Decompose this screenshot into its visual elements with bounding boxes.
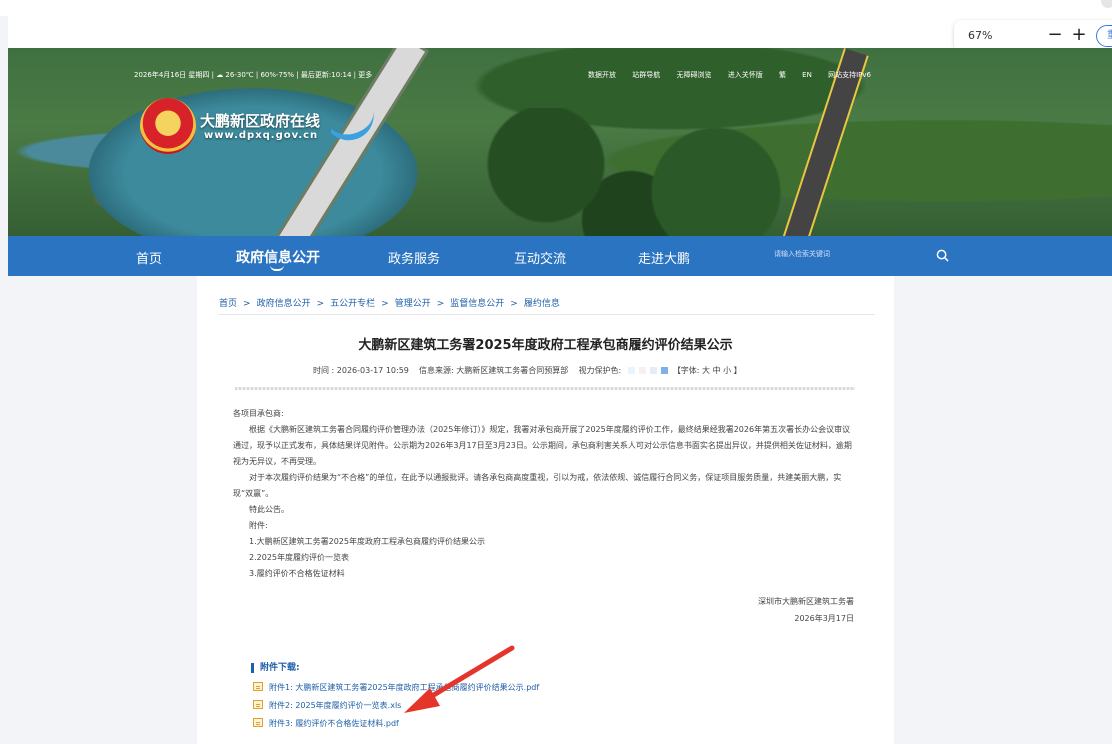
vision-color-swatch[interactable] [650, 367, 658, 374]
file-icon [253, 718, 263, 727]
main-nav: 首页 政府信息公开 政务服务 互动交流 走进大鹏 [8, 236, 1112, 276]
breadcrumb-sep: > [243, 299, 251, 309]
breadcrumb-sep: > [381, 299, 389, 309]
link-english[interactable]: EN [802, 71, 812, 79]
file-icon [253, 700, 263, 709]
title-divider [235, 387, 855, 390]
download-link-1[interactable]: 附件1: 大鹏新区建筑工务署2025年度政府工程承包商履约评价结果公示.pdf [253, 682, 539, 693]
salutation: 各项目承包商: [233, 409, 284, 418]
paragraph-2: 对于本次履约评价结果为“不合格”的单位，在此予以通报批评。请各承包商高度重视，引… [233, 473, 842, 498]
link-accessibility[interactable]: 无障碍浏览 [676, 71, 711, 79]
zoom-out-button[interactable]: − [1044, 24, 1066, 46]
zoom-reset-button[interactable]: 重 [1096, 25, 1112, 47]
download-link-2[interactable]: 附件2: 2025年度履约评价一览表.xls [253, 700, 401, 711]
download-link-1-text[interactable]: 附件1: 大鹏新区建筑工务署2025年度政府工程承包商履约评价结果公示.pdf [269, 683, 539, 692]
vision-label: 视力保护色: [578, 366, 622, 375]
article-meta: 时间 : 2026-03-17 10:59 信息来源: 大鹏新区建筑工务署合同预… [313, 365, 742, 376]
header-links: 数据开放 站群导航 无障碍浏览 进入关怀版 繁 EN 网站支持IPv6 [588, 70, 885, 80]
browser-toolbar: 67% − + 重 [8, 16, 1112, 52]
attachment-item-2: 2.2025年度履约评价一览表 [249, 553, 349, 562]
nav-services[interactable]: 政务服务 [388, 248, 440, 267]
zoom-in-button[interactable]: + [1068, 24, 1090, 46]
breadcrumb-contract[interactable]: 履约信息 [524, 299, 560, 309]
nav-active-indicator [270, 265, 284, 271]
notice-text: 特此公告。 [249, 505, 289, 514]
breadcrumb-gov-info[interactable]: 政府信息公开 [257, 299, 311, 309]
file-icon [253, 682, 263, 691]
breadcrumb-sep: > [316, 299, 325, 309]
font-size-control[interactable]: 【字体: 大 中 小 】 [673, 366, 742, 375]
vision-color-swatch[interactable] [628, 367, 636, 374]
vision-color-swatch[interactable] [661, 367, 669, 374]
link-data-open[interactable]: 数据开放 [588, 71, 616, 79]
publish-time: 时间 : 2026-03-17 10:59 [313, 366, 409, 375]
nav-interaction[interactable]: 互动交流 [514, 248, 566, 267]
article-panel: 首页 > 政府信息公开 > 五公开专栏 > 管理公开 > 监督信息公开 > 履约信息 大鹏新区建筑工… [197, 276, 894, 744]
browser-tab-strip [0, 0, 1112, 16]
breadcrumb-five-public[interactable]: 五公开专栏 [330, 299, 375, 309]
breadcrumb-divider [219, 314, 875, 315]
banner-forest [478, 108, 818, 236]
site-banner: 2026年4月16日 星期四 | ☁ 26-30℃ | 60%-75% | 最后… [8, 48, 1112, 236]
download-link-3[interactable]: 附件3: 履约评价不合格佐证材料.pdf [253, 718, 399, 729]
breadcrumb-supervision[interactable]: 监督信息公开 [450, 299, 504, 309]
sign-date: 2026年3月17日 [794, 614, 854, 623]
attachment-label: 附件: [249, 521, 268, 530]
site-url: www.dpxq.gov.cn [204, 130, 319, 141]
article-body: 各项目承包商: 根据《大鹏新区建筑工务署合同履约评价管理办法（2025年修订）》… [233, 406, 857, 582]
nav-gov-info[interactable]: 政府信息公开 [236, 247, 320, 267]
date-weather-info: 2026年4月16日 星期四 | ☁ 26-30℃ | 60%-75% | 最后… [134, 71, 373, 79]
breadcrumb-sep: > [436, 299, 445, 309]
ipv6-badge: 网站支持IPv6 [828, 71, 871, 79]
signer: 深圳市大鹏新区建筑工务署 [758, 597, 854, 606]
info-source: 信息来源: 大鹏新区建筑工务署合同预算部 [419, 366, 569, 375]
nav-about[interactable]: 走进大鹏 [638, 248, 690, 267]
national-emblem-icon[interactable] [140, 98, 196, 154]
zoom-level: 67% [968, 29, 993, 42]
attachment-item-3: 3.履约评价不合格佐证材料 [249, 569, 345, 578]
download-link-3-text[interactable]: 附件3: 履约评价不合格佐证材料.pdf [269, 719, 399, 728]
site-title[interactable]: 大鹏新区政府在线 [200, 110, 320, 131]
download-link-2-text[interactable]: 附件2: 2025年度履约评价一览表.xls [269, 701, 401, 710]
nav-home[interactable]: 首页 [136, 248, 162, 267]
link-traditional[interactable]: 繁 [779, 71, 786, 79]
link-care-mode[interactable]: 进入关怀版 [728, 71, 763, 79]
downloads-heading: 附件下载: [251, 663, 300, 673]
page-title: 大鹏新区建筑工务署2025年度政府工程承包商履约评价结果公示 [358, 338, 733, 353]
search-input[interactable] [774, 250, 934, 258]
breadcrumb-management[interactable]: 管理公开 [395, 299, 431, 309]
vision-color-swatch[interactable] [639, 367, 647, 374]
attachment-item-1: 1.大鹏新区建筑工务署2025年度政府工程承包商履约评价结果公示 [249, 537, 485, 546]
paragraph-1: 根据《大鹏新区建筑工务署合同履约评价管理办法（2025年修订）》规定，我署对承包… [233, 425, 852, 466]
link-site-nav[interactable]: 站群导航 [632, 71, 660, 79]
search-icon[interactable] [936, 249, 949, 262]
breadcrumb: 首页 > 政府信息公开 > 五公开专栏 > 管理公开 > 监督信息公开 > 履约信息 [219, 296, 560, 309]
breadcrumb-home[interactable]: 首页 [219, 299, 237, 309]
breadcrumb-sep: > [510, 299, 518, 309]
